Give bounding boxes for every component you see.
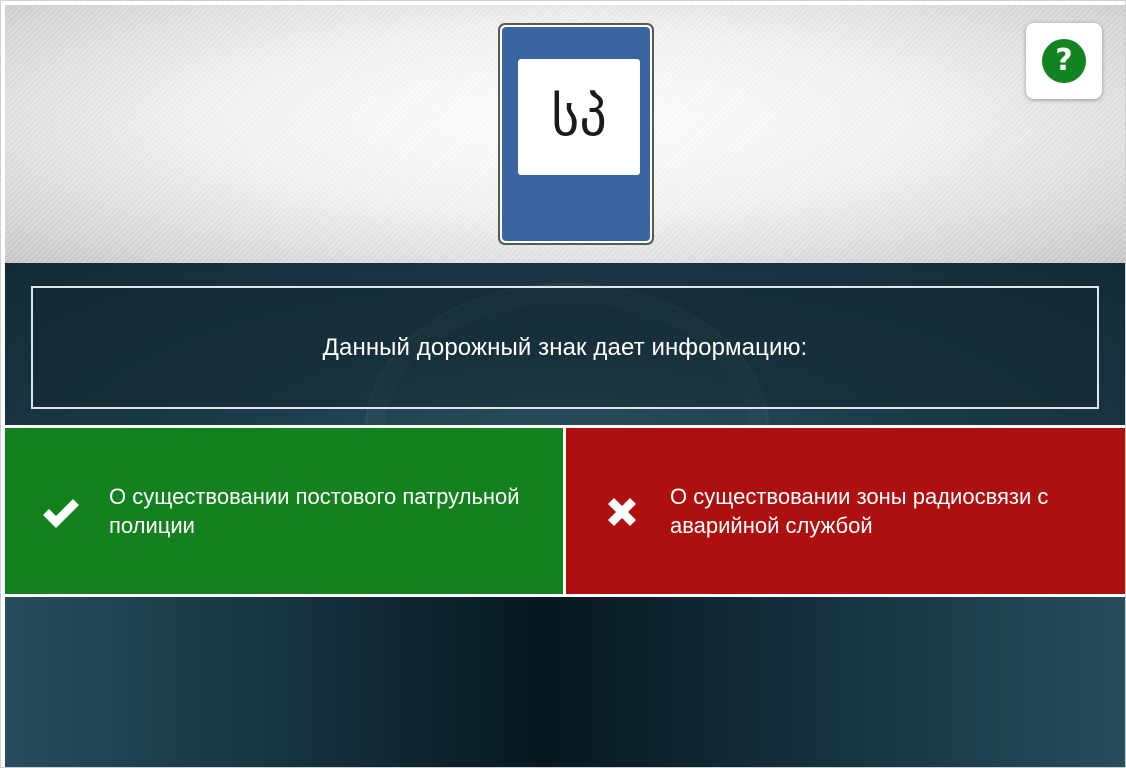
answer-text: О существовании постового патрульной пол… — [109, 484, 520, 538]
bottom-panel — [5, 597, 1125, 767]
cross-icon — [608, 498, 636, 526]
quiz-screen: სპ ? Данный дорожный знак дает информаци… — [0, 0, 1126, 768]
road-sign-plate: სპ — [518, 59, 640, 175]
help-button[interactable]: ? — [1026, 23, 1102, 99]
question-band: Данный дорожный знак дает информацию: — [5, 263, 1125, 425]
sign-image-area: სპ — [5, 5, 1125, 263]
answer-text: О существовании зоны радиосвязи с аварий… — [670, 484, 1049, 538]
road-sign-panel: სპ — [502, 27, 650, 241]
question-text: Данный дорожный знак дает информацию: — [322, 333, 808, 361]
question-icon: ? — [1042, 39, 1086, 83]
answer-option-correct[interactable]: О существовании постового патрульной пол… — [5, 428, 563, 594]
question-box: Данный дорожный знак дает информацию: — [31, 286, 1099, 409]
checkmark-icon — [43, 499, 79, 528]
road-sign: სპ — [498, 23, 654, 245]
help-symbol: ? — [1055, 43, 1073, 78]
answer-option-wrong[interactable]: О существовании зоны радиосвязи с аварий… — [566, 428, 1125, 594]
road-sign-text: სპ — [551, 85, 607, 148]
